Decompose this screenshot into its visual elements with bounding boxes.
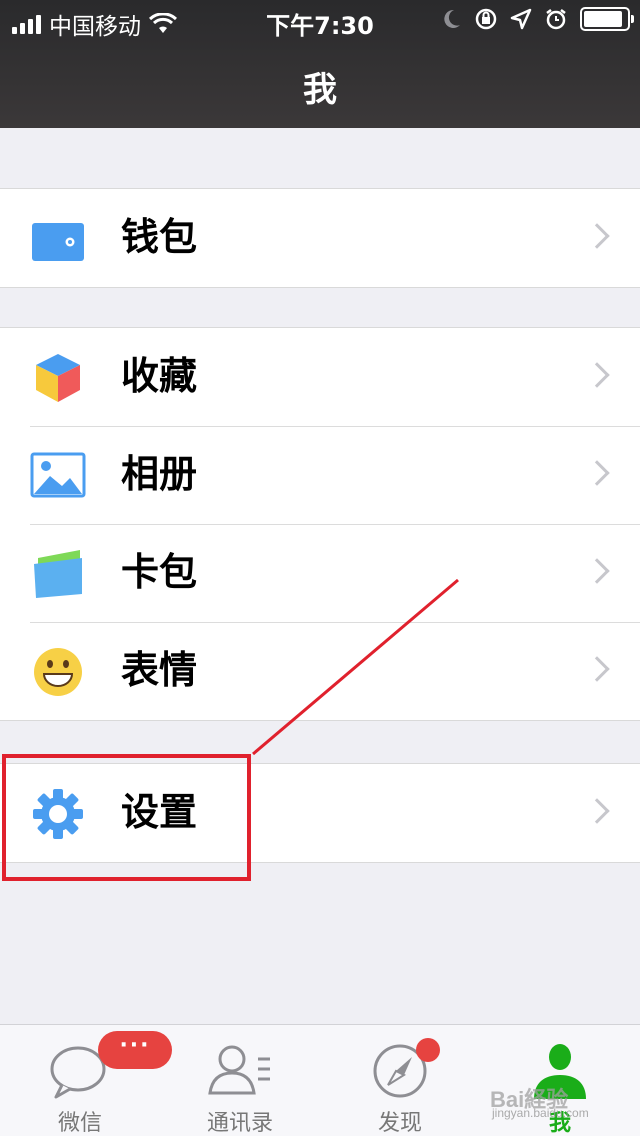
wallet-icon [32,223,84,261]
menu-item-label: 相册 [121,452,198,496]
tab-contacts[interactable]: 通讯录 [160,1025,320,1136]
alarm-clock-icon [546,9,566,30]
favorites-cube-icon [36,354,80,402]
status-bar: 中国移动 下午7:30 [0,0,640,40]
watermark-url: jingyan.baidu.com [492,1106,589,1120]
chevron-right-icon [584,460,610,486]
menu-item-label: 钱包 [121,215,198,259]
menu-item-stickers[interactable]: 表情 [0,622,640,720]
chevron-right-icon [584,656,610,682]
menu-item-wallet[interactable]: 钱包 [0,189,640,287]
location-arrow-icon [510,8,532,30]
card-bag-icon [34,550,82,598]
chevron-right-icon [584,558,610,584]
do-not-disturb-moon-icon [444,9,460,28]
rotation-lock-icon [475,8,497,30]
contacts-icon [208,1045,270,1095]
menu-item-label: 收藏 [121,354,198,398]
menu-group-content: 收藏 相册 卡包 表情 [0,327,640,721]
menu-item-favorites[interactable]: 收藏 [0,328,640,426]
chevron-right-icon [584,798,610,824]
menu-item-album[interactable]: 相册 [0,426,640,524]
menu-item-label: 表情 [121,648,198,692]
tab-label: 通讯录 [206,1111,273,1136]
tab-discover[interactable]: 发现 [320,1025,480,1136]
smiley-emoji-icon [34,648,82,696]
top-header: 中国移动 下午7:30 我 [0,0,640,128]
menu-group-wallet: 钱包 [0,188,640,288]
chevron-right-icon [584,223,610,249]
annotation-highlight-box [2,754,251,881]
menu-item-label: 卡包 [121,550,198,594]
discover-notification-dot [416,1038,440,1062]
battery-icon [580,7,634,31]
status-right [442,7,634,31]
page-title: 我 [303,70,337,110]
chevron-right-icon [584,362,610,388]
battery-fill [584,11,622,27]
album-photo-icon [30,452,86,498]
tab-label: 微信 [57,1111,102,1136]
menu-item-card-bag[interactable]: 卡包 [0,524,640,622]
tab-label: 发现 [377,1111,422,1136]
